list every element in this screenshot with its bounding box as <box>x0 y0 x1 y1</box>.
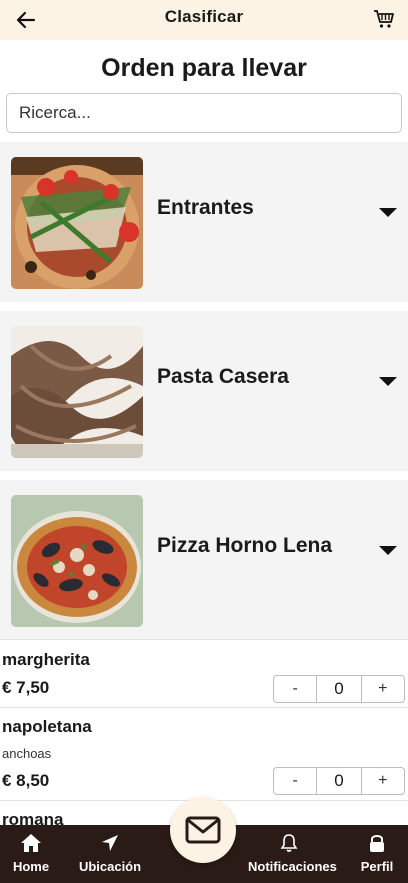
cart-icon[interactable] <box>372 7 396 31</box>
nav-perfil[interactable]: Perfil <box>354 833 400 874</box>
top-bar: Clasificar <box>0 0 408 40</box>
nav-notificaciones[interactable]: Notificaciones <box>248 833 337 874</box>
nav-ubicacion[interactable]: Ubicación <box>76 833 144 874</box>
category-pasta-casera[interactable]: Pasta Casera <box>0 311 408 471</box>
lock-icon <box>370 835 384 852</box>
category-pizza-horno-lena[interactable]: Pizza Horno Lena <box>0 480 408 640</box>
header-title[interactable]: Clasificar <box>0 7 408 27</box>
item-price: € 8,50 <box>2 771 50 790</box>
home-icon <box>21 834 41 852</box>
caret-down-icon[interactable] <box>379 377 397 386</box>
category-image <box>11 326 143 458</box>
nav-label: Notificaciones <box>248 859 337 874</box>
category-image <box>11 157 143 289</box>
category-label: Entrantes <box>157 196 254 219</box>
quantity-stepper: - 0 + <box>273 767 405 795</box>
item-description: anchoas <box>2 746 52 761</box>
increment-button[interactable]: + <box>362 676 404 702</box>
nav-home[interactable]: Home <box>4 833 58 874</box>
list-item: napoletana anchoas € 8,50 - 0 + <box>0 707 408 800</box>
bell-icon <box>280 834 298 852</box>
decrement-button[interactable]: - <box>274 676 316 702</box>
decrement-button[interactable]: - <box>274 768 316 794</box>
envelope-icon <box>185 816 221 844</box>
caret-down-icon[interactable] <box>379 546 397 555</box>
search-input[interactable] <box>6 93 402 133</box>
message-fab-button[interactable] <box>170 797 236 863</box>
nav-label: Home <box>12 859 50 874</box>
caret-down-icon[interactable] <box>379 208 397 217</box>
quantity-value: 0 <box>316 768 362 794</box>
list-item: margherita € 7,50 - 0 + <box>0 639 408 707</box>
nav-label: Ubicación <box>78 859 142 874</box>
nav-label: Perfil <box>360 859 394 874</box>
quantity-stepper: - 0 + <box>273 675 405 703</box>
category-label: Pizza Horno Lena <box>157 534 333 557</box>
item-name: romana <box>2 810 64 825</box>
page-title: Orden para llevar <box>101 54 307 82</box>
item-name: napoletana <box>2 717 92 736</box>
category-image <box>11 495 143 627</box>
category-entrantes[interactable]: Entrantes <box>0 142 408 302</box>
item-price: € 7,50 <box>2 678 50 697</box>
category-label: Pasta Casera <box>157 365 289 388</box>
item-name: margherita <box>2 650 90 669</box>
quantity-value: 0 <box>316 676 362 702</box>
location-arrow-icon <box>102 835 118 851</box>
increment-button[interactable]: + <box>362 768 404 794</box>
